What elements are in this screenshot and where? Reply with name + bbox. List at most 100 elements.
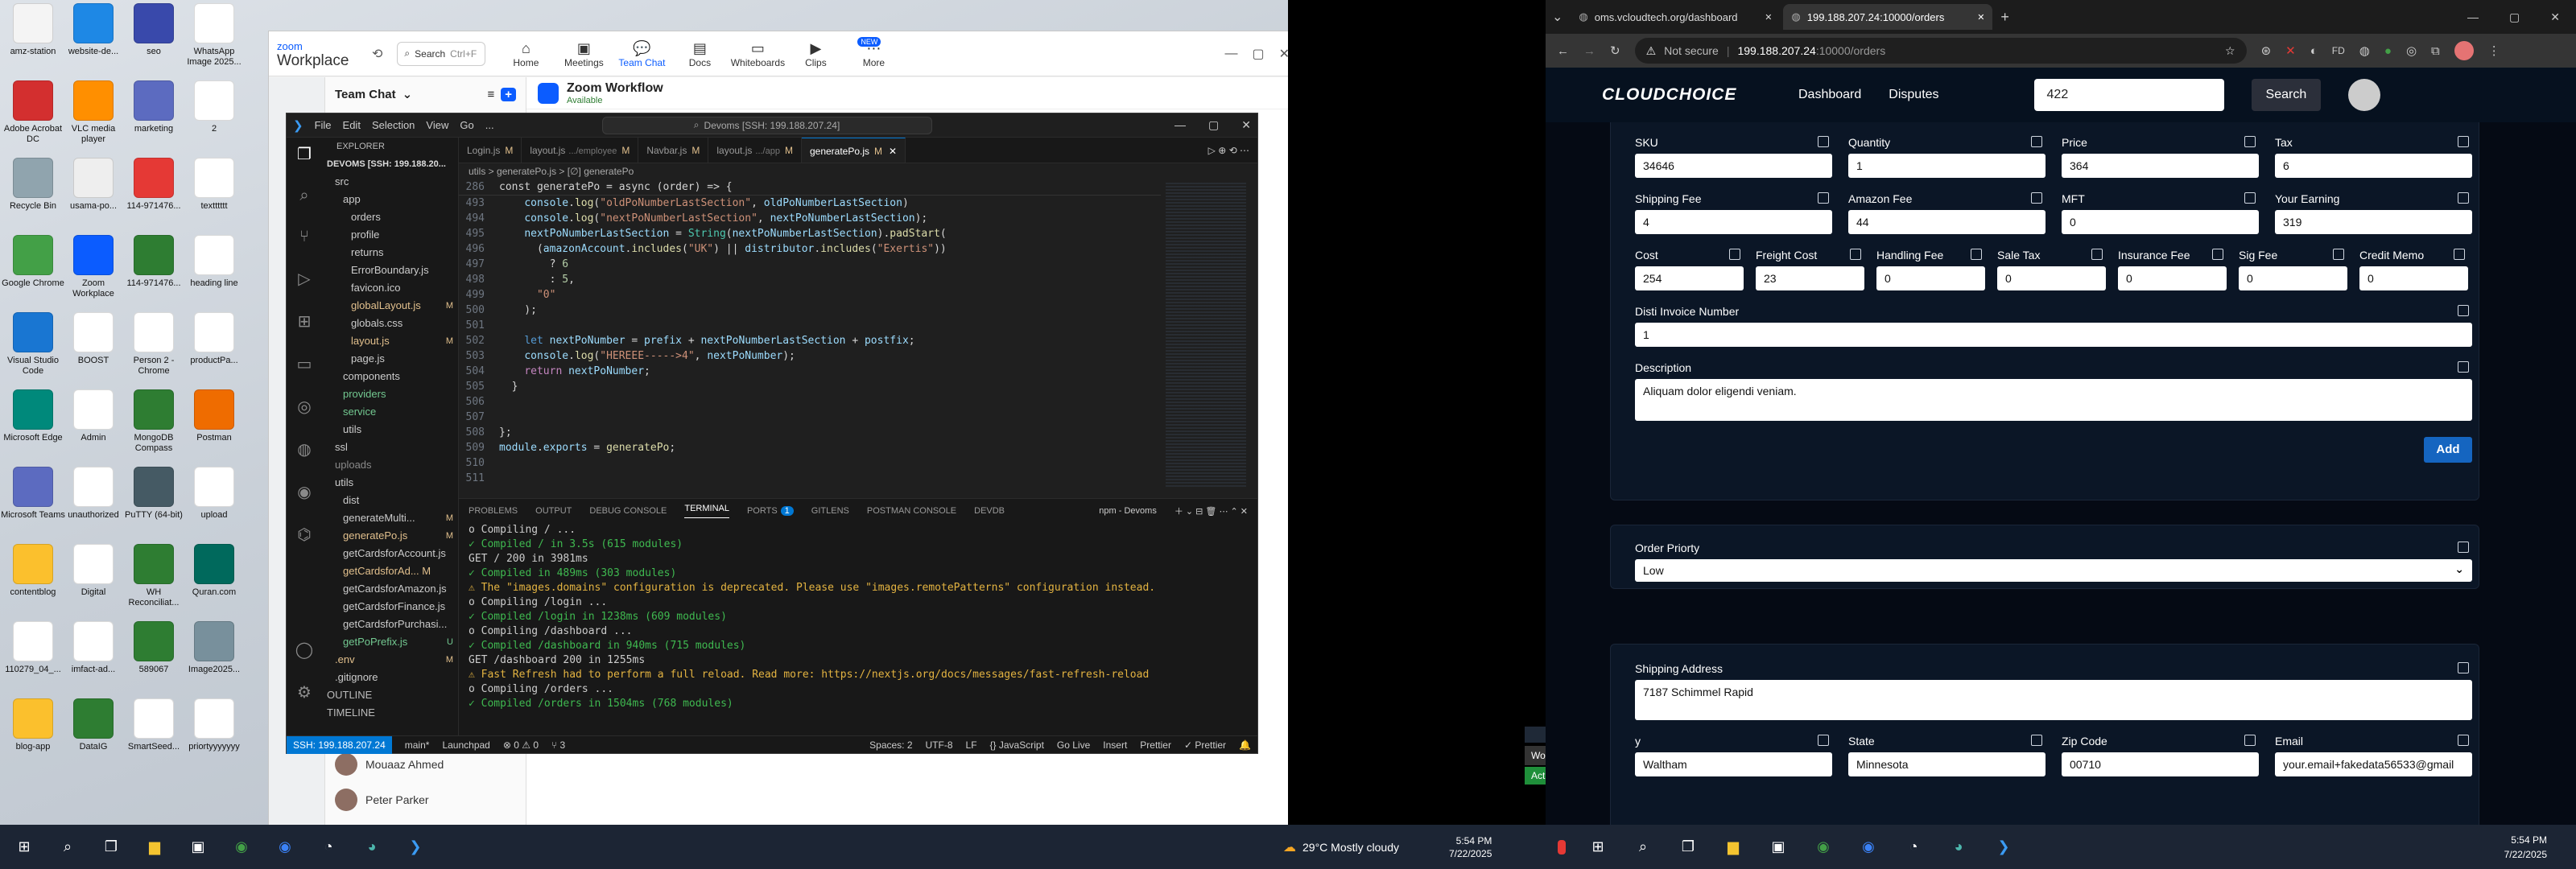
copy-icon[interactable] <box>2458 305 2469 316</box>
store-icon[interactable]: ▣ <box>1765 834 1791 860</box>
panel-tab-gitlens[interactable]: GITLENS <box>811 506 849 516</box>
extension-close-icon[interactable]: ✕ <box>2285 43 2296 58</box>
tree-item[interactable]: generatePo.js M <box>322 527 458 545</box>
media-icon[interactable]: ◔ <box>1901 834 1926 860</box>
task-view-icon[interactable]: ❐ <box>98 834 124 860</box>
copy-icon[interactable] <box>2091 249 2103 260</box>
tree-item[interactable]: .env M <box>322 651 458 669</box>
panel-tab-devdb[interactable]: DEVDB <box>974 506 1005 516</box>
desktop-icon[interactable]: Image2025... <box>184 621 244 698</box>
problems-count[interactable]: ⊗ 0 ⚠ 0 <box>503 739 539 751</box>
address-3-input[interactable]: your.email+fakedata56533@gmail <box>2275 752 2472 776</box>
desktop-icon[interactable]: 589067 <box>124 621 184 698</box>
shipping-fee-input[interactable]: 4 <box>1635 210 1832 234</box>
chevron-down-icon[interactable]: ⌄ <box>402 87 413 101</box>
tree-item[interactable]: .gitignore <box>322 669 458 686</box>
credit-memo-input[interactable]: 0 <box>2359 266 2468 290</box>
zoom-nav-home[interactable]: ⌂ Home <box>500 39 551 68</box>
editor-tab[interactable]: Navbar.js M <box>638 138 709 163</box>
database-icon[interactable]: ◉ <box>297 482 311 502</box>
desktop-icon[interactable]: upload <box>184 467 244 544</box>
prettier[interactable]: Prettier <box>1140 739 1171 751</box>
contact-item[interactable]: Peter Parker <box>325 782 526 818</box>
end-of-line[interactable]: LF <box>966 739 977 751</box>
extensions-puzzle-icon[interactable]: ⧉ <box>2431 44 2440 58</box>
remote-indicator[interactable]: SSH: 199.188.207.24 <box>287 735 392 754</box>
extension-fd-icon[interactable]: FD <box>2332 45 2345 56</box>
tree-item[interactable]: getCardsforFinance.js <box>322 598 458 616</box>
browser-tab[interactable]: ◍ oms.vcloudtech.org/dashboard ✕ <box>1571 4 1780 30</box>
copy-icon[interactable] <box>2244 192 2256 204</box>
copy-icon[interactable] <box>2458 735 2469 746</box>
copy-icon[interactable] <box>2458 361 2469 373</box>
tree-item[interactable]: dist <box>322 492 458 509</box>
shipping-address-input[interactable]: 7187 Schimmel Rapid <box>1635 680 2472 720</box>
desktop-icon[interactable]: Digital <box>64 544 123 621</box>
copy-icon[interactable] <box>1818 735 1829 746</box>
media-icon[interactable]: ◔ <box>316 834 341 860</box>
desktop-icon[interactable]: heading line <box>184 235 244 312</box>
windows-start-icon[interactable]: ⊞ <box>1585 834 1611 860</box>
nav-disputes[interactable]: Disputes <box>1889 88 1938 102</box>
copy-icon[interactable] <box>1971 249 1982 260</box>
desktop-icon[interactable]: WH Reconciliat... <box>124 544 184 621</box>
run-debug-icon[interactable]: ▷ <box>298 269 310 289</box>
browser-maximize-icon[interactable]: ▢ <box>2509 10 2520 24</box>
user-avatar[interactable] <box>2348 79 2381 111</box>
tree-item[interactable]: TIMELINE <box>322 704 458 722</box>
breadcrumb[interactable]: utils > generatePo.js > [∅] generatePo <box>459 163 1257 179</box>
description-input[interactable]: Aliquam dolor eligendi veniam. <box>1635 379 2472 421</box>
extension-icon-2[interactable]: ◐ <box>2310 44 2318 58</box>
edge-icon[interactable]: ◕ <box>1946 834 1971 860</box>
compose-icon[interactable]: + <box>501 87 516 101</box>
mft-input[interactable]: 0 <box>2062 210 2259 234</box>
menu-item[interactable]: Selection <box>372 119 415 131</box>
desktop-icon[interactable]: BOOST <box>64 312 123 389</box>
desktop-icon[interactable]: WhatsApp Image 2025... <box>184 3 244 80</box>
copy-icon[interactable] <box>2458 662 2469 673</box>
file-explorer-icon[interactable]: ▆ <box>142 834 167 860</box>
tree-item[interactable]: favicon.ico <box>322 279 458 297</box>
tree-item[interactable]: profile <box>322 226 458 244</box>
copy-icon[interactable] <box>2031 192 2042 204</box>
search-icon[interactable]: ⌕ <box>299 187 308 205</box>
tree-item[interactable]: src <box>322 173 458 191</box>
copy-icon[interactable] <box>1850 249 1861 260</box>
zoom-nav-whiteboards[interactable]: ▭ Whiteboards <box>731 39 785 68</box>
tree-item[interactable]: getCardsforAccount.js <box>322 545 458 562</box>
terminal-output[interactable]: o Compiling / ... ✓ Compiled / in 3.5s (6… <box>459 523 1257 711</box>
tab-search-icon[interactable]: ⌄ <box>1552 9 1563 25</box>
editor-tab[interactable]: Login.js M <box>459 138 522 163</box>
extension-icon-3[interactable]: ◍ <box>2359 43 2370 58</box>
copy-icon[interactable] <box>2244 136 2256 147</box>
desktop-icon[interactable]: 114-971476... <box>124 235 184 312</box>
launchpad[interactable]: Launchpad <box>442 739 489 751</box>
zoom-nav-docs[interactable]: ▤ Docs <box>674 39 725 68</box>
indentation[interactable]: Spaces: 2 <box>869 739 912 751</box>
zoom-icon[interactable]: ◉ <box>1856 834 1881 860</box>
tree-item[interactable]: getCardsforAmazon.js <box>322 580 458 598</box>
tree-item[interactable]: generateMulti... M <box>322 509 458 527</box>
panel-tab-terminal[interactable]: TERMINAL <box>684 504 729 518</box>
bookmark-star-icon[interactable]: ☆ <box>2225 44 2235 58</box>
not-secure-label[interactable]: Not secure <box>1664 44 1719 57</box>
source-control-icon[interactable]: ⑂ <box>299 228 309 246</box>
extension-green-icon[interactable]: ● <box>2384 44 2392 58</box>
copy-icon[interactable] <box>1818 192 1829 204</box>
desktop-icon[interactable]: SmartSeed... <box>124 698 184 776</box>
nav-dashboard[interactable]: Dashboard <box>1798 88 1861 102</box>
sig-fee-input[interactable]: 0 <box>2239 266 2347 290</box>
tree-item[interactable]: utils <box>322 474 458 492</box>
app-logo[interactable]: CLOUDCHOICE <box>1602 85 1771 105</box>
panel-tab-problems[interactable]: PROBLEMS <box>469 506 518 516</box>
search-icon[interactable]: ⌕ <box>55 834 80 860</box>
copy-icon[interactable] <box>2212 249 2223 260</box>
close-icon[interactable]: ✕ <box>889 146 897 157</box>
zoom-close-icon[interactable]: ✕ <box>1279 46 1288 62</box>
copy-icon[interactable] <box>2244 735 2256 746</box>
address-1-input[interactable]: Minnesota <box>1848 752 2046 776</box>
notification-icon[interactable] <box>1558 839 1566 855</box>
freight-cost-input[interactable]: 23 <box>1756 266 1864 290</box>
gitlens-icon[interactable]: ◎ <box>297 397 311 417</box>
desktop-icon[interactable]: 114-971476... <box>124 158 184 235</box>
